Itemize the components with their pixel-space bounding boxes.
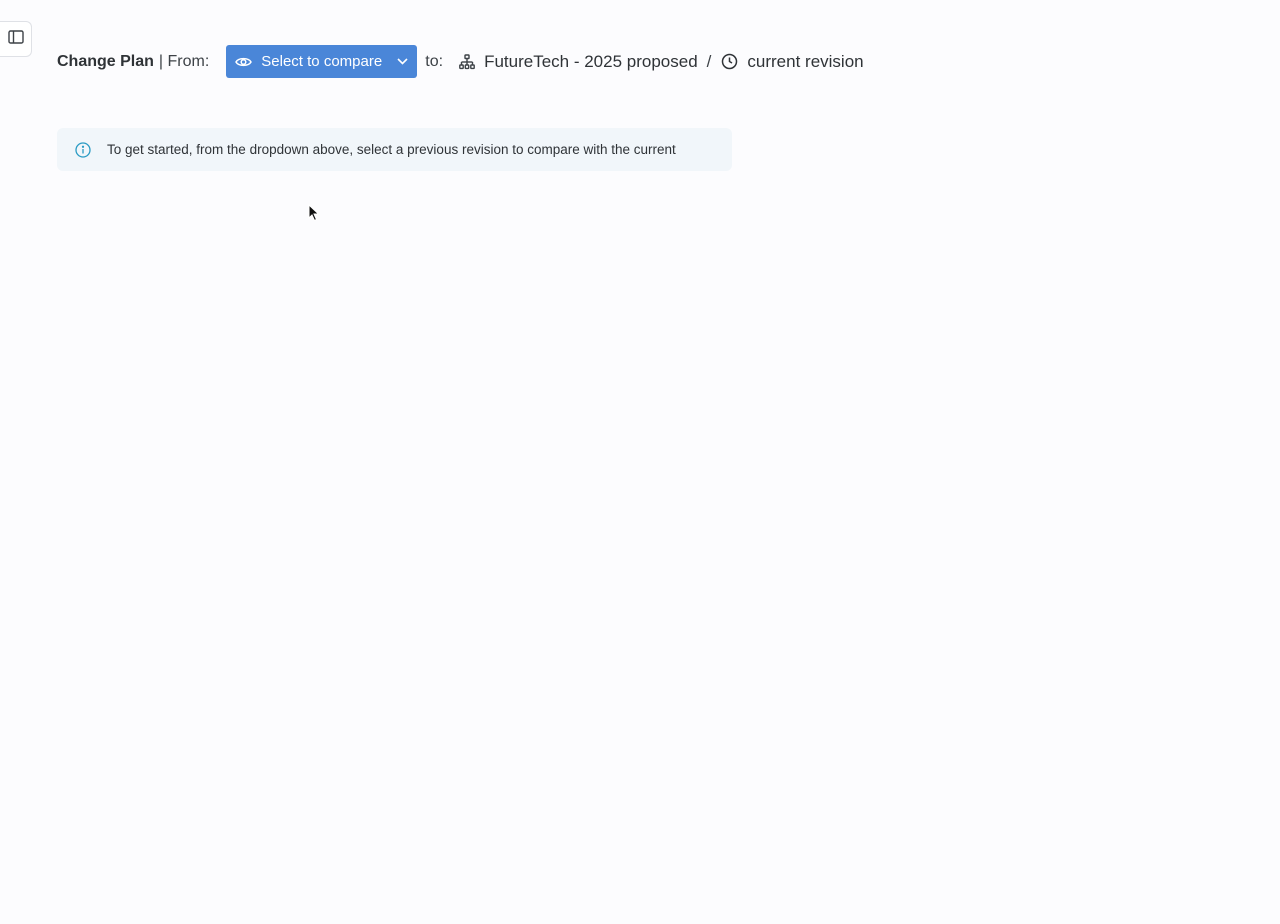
clock-icon	[721, 53, 738, 70]
change-plan-header: Change Plan | From: Select to compare to…	[57, 45, 864, 78]
info-icon	[75, 141, 91, 158]
sidebar-toggle-button[interactable]	[0, 21, 32, 57]
page-title: Change Plan	[57, 52, 154, 70]
info-banner-text: To get started, from the dropdown above,…	[107, 142, 676, 157]
revision-label: current revision	[747, 51, 864, 71]
compare-button-label: Select to compare	[261, 53, 383, 70]
mouse-cursor-icon	[308, 203, 320, 227]
to-label: to:	[425, 52, 444, 70]
sidebar-panel-icon	[7, 29, 24, 49]
chevron-down-icon	[397, 58, 408, 65]
org-chart-icon	[459, 53, 475, 70]
from-label: | From:	[158, 52, 210, 70]
select-to-compare-dropdown[interactable]: Select to compare	[226, 45, 418, 78]
info-banner: To get started, from the dropdown above,…	[57, 128, 732, 171]
eye-icon	[235, 56, 253, 68]
path-separator: /	[706, 51, 712, 71]
target-plan-name: FutureTech - 2025 proposed	[484, 51, 698, 71]
